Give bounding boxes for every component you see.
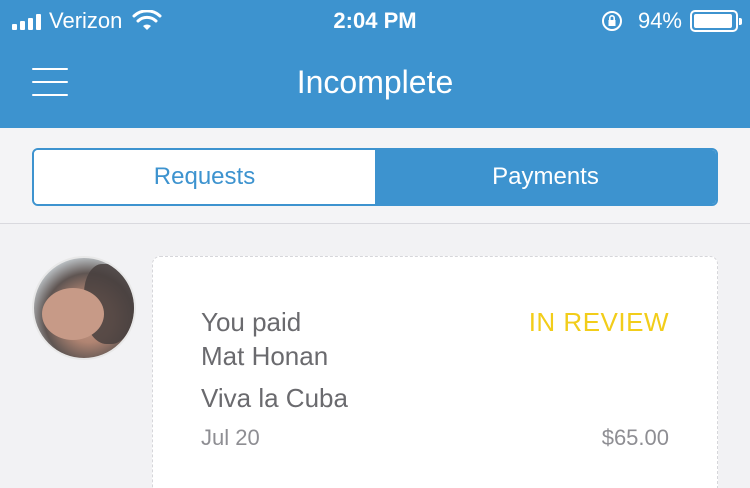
rotation-lock-icon xyxy=(601,11,622,31)
transaction-memo: Viva la Cuba xyxy=(201,383,348,413)
segment-bar: Requests Payments xyxy=(0,128,750,224)
status-badge: IN REVIEW xyxy=(528,307,669,337)
battery-fill xyxy=(694,14,732,28)
transaction-action: You paid xyxy=(201,307,302,337)
nav-bar: Incomplete xyxy=(0,40,750,128)
segmented-control: Requests Payments xyxy=(32,148,718,206)
battery-percent: 94% xyxy=(637,8,682,33)
transaction-card[interactable]: You paid Mat Honan IN REVIEW Viva la Cub… xyxy=(152,256,718,488)
page-title: Incomplete xyxy=(296,64,454,100)
tab-requests[interactable]: Requests xyxy=(34,150,375,204)
payee-name: Mat Honan xyxy=(201,341,329,371)
tab-payments[interactable]: Payments xyxy=(375,150,716,204)
battery-icon xyxy=(690,10,742,32)
transaction-list: You paid Mat Honan IN REVIEW Viva la Cub… xyxy=(0,224,750,488)
transaction-amount: $65.00 xyxy=(601,425,669,450)
status-bar: Verizon 2:04 PM 94% xyxy=(0,0,750,40)
avatar xyxy=(32,256,136,360)
transaction-date: Jul 20 xyxy=(201,425,260,450)
status-right: 94% xyxy=(600,8,742,34)
